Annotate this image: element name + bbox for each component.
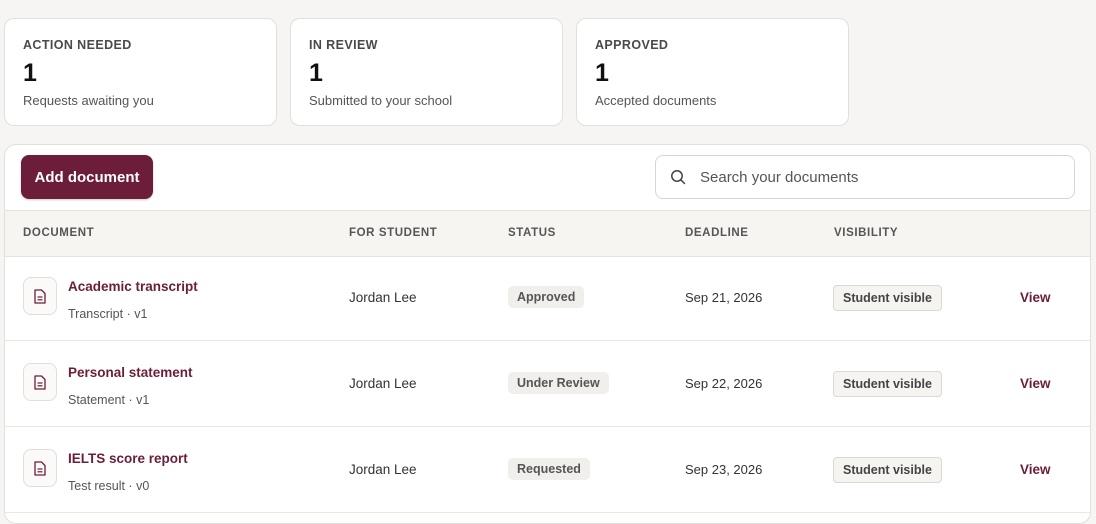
deadline-date: Sep 23, 2026 <box>685 462 763 477</box>
document-icon <box>23 277 57 315</box>
document-meta: Statement · v1 <box>68 393 150 407</box>
document-meta: Test result · v0 <box>68 479 150 493</box>
card-title: APPROVED <box>595 38 669 52</box>
search-box[interactable] <box>655 155 1075 199</box>
approved-card: APPROVED 1 Accepted documents <box>576 18 849 126</box>
card-value: 1 <box>595 59 609 87</box>
status-badge: Requested <box>508 458 590 480</box>
search-input[interactable] <box>698 167 1062 187</box>
document-icon <box>23 449 57 487</box>
column-header-student: FOR STUDENT <box>349 227 438 239</box>
view-link[interactable]: View <box>1020 376 1051 391</box>
in-review-card: IN REVIEW 1 Submitted to your school <box>290 18 563 126</box>
document-name[interactable]: Academic transcript <box>68 279 198 294</box>
document-meta: Transcript · v1 <box>68 307 148 321</box>
view-link[interactable]: View <box>1020 290 1051 305</box>
visibility-badge: Student visible <box>833 457 942 483</box>
document-name[interactable]: Personal statement <box>68 365 193 380</box>
status-badge: Under Review <box>508 372 609 394</box>
student-name: Jordan Lee <box>349 462 417 477</box>
table-header: DOCUMENT FOR STUDENT STATUS DEADLINE VIS… <box>5 210 1090 257</box>
card-title: ACTION NEEDED <box>23 38 132 52</box>
table-row: Academic transcript Transcript · v1 Jord… <box>5 255 1090 341</box>
student-name: Jordan Lee <box>349 376 417 391</box>
visibility-badge: Student visible <box>833 285 942 311</box>
action-needed-card: ACTION NEEDED 1 Requests awaiting you <box>4 18 277 126</box>
search-icon <box>671 170 686 185</box>
view-link[interactable]: View <box>1020 462 1051 477</box>
visibility-badge: Student visible <box>833 371 942 397</box>
card-subtitle: Accepted documents <box>595 93 717 108</box>
summary-cards: ACTION NEEDED 1 Requests awaiting you IN… <box>4 18 849 126</box>
add-document-button[interactable]: Add document <box>21 155 153 199</box>
student-name: Jordan Lee <box>349 290 417 305</box>
documents-panel: Add document DOCUMENT FOR STUDENT STATUS… <box>4 144 1091 524</box>
column-header-document: DOCUMENT <box>23 227 95 239</box>
table-row: Personal statement Statement · v1 Jordan… <box>5 341 1090 427</box>
table-row: IELTS score report Test result · v0 Jord… <box>5 427 1090 513</box>
deadline-date: Sep 21, 2026 <box>685 290 763 305</box>
card-value: 1 <box>309 59 323 87</box>
status-badge: Approved <box>508 286 585 308</box>
deadline-date: Sep 22, 2026 <box>685 376 763 391</box>
document-icon <box>23 363 57 401</box>
column-header-visibility: VISIBILITY <box>834 227 899 239</box>
card-title: IN REVIEW <box>309 38 378 52</box>
column-header-status: STATUS <box>508 227 556 239</box>
card-subtitle: Submitted to your school <box>309 93 453 108</box>
card-subtitle: Requests awaiting you <box>23 93 154 108</box>
card-value: 1 <box>23 59 37 87</box>
document-name[interactable]: IELTS score report <box>68 451 188 466</box>
column-header-deadline: DEADLINE <box>685 227 749 239</box>
